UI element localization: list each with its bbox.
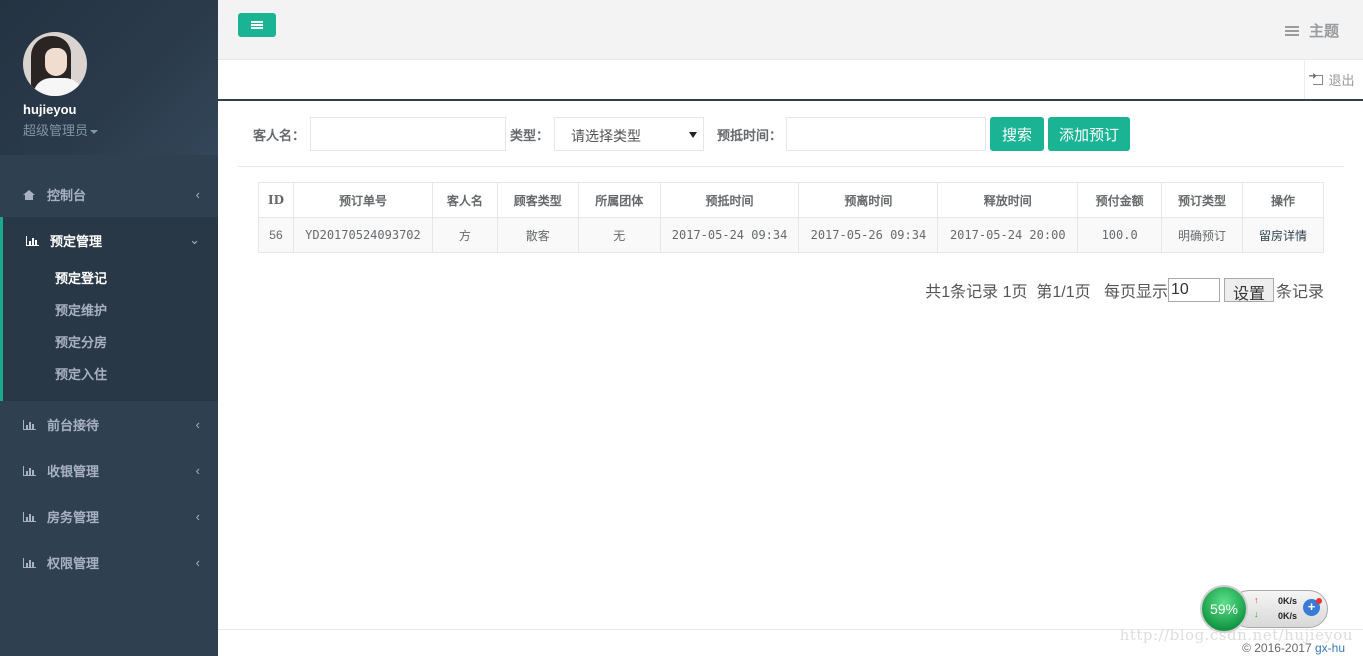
cell-release: 2017-05-24 20:00 <box>937 217 1079 253</box>
avatar[interactable] <box>23 32 87 96</box>
nav-housekeeping[interactable]: 房务管理 ‹ <box>0 493 218 539</box>
cell-guest: 方 <box>431 217 498 253</box>
cell-order-no: YD20170524093702 <box>292 217 433 253</box>
nav-booking-label: 预定管理 <box>50 233 103 249</box>
profile-panel: hujieyou 超级管理员 <box>0 0 218 155</box>
nav-cashier[interactable]: 收银管理 ‹ <box>0 447 218 493</box>
nav-dashboard[interactable]: 控制台 ‹ <box>0 171 218 217</box>
submenu-booking-maintain[interactable]: 预定维护 <box>3 295 218 327</box>
table-header-row: ID 预订单号 客人名 顾客类型 所属团体 预抵时间 预离时间 释放时间 预付金… <box>258 182 1325 218</box>
dropdown-arrow-icon <box>689 132 697 138</box>
booking-submenu: 预定登记 预定维护 预定分房 预定入住 <box>3 263 218 401</box>
upload-arrow-icon: ↑ <box>1254 595 1259 605</box>
theme-label: 主题 <box>1308 23 1339 40</box>
chevron-left-icon: ‹ <box>195 186 200 202</box>
upload-speed: 0K/s <box>1278 596 1298 606</box>
submenu-booking-checkin[interactable]: 预定入住 <box>3 359 218 391</box>
pagination-suffix: 条记录 <box>1275 284 1324 301</box>
col-action: 操作 <box>1241 182 1325 218</box>
bar-chart-icon <box>23 555 37 570</box>
type-select-value: 请选择类型 <box>571 128 641 144</box>
nav-front-desk[interactable]: 前台接待 ‹ <box>0 401 218 447</box>
arrival-time-input[interactable] <box>786 117 986 151</box>
col-release: 释放时间 <box>937 182 1079 218</box>
user-role-dropdown[interactable]: 超级管理员 <box>23 120 218 139</box>
page-size-input[interactable] <box>1167 278 1220 302</box>
submenu-booking-register[interactable]: 预定登记 <box>3 263 218 295</box>
hamburger-icon <box>251 21 263 29</box>
col-id: ID <box>258 182 294 218</box>
top-bar: 主题 <box>218 0 1363 60</box>
nav-permissions-label: 权限管理 <box>47 555 100 571</box>
cpu-percent-badge: 59% <box>1200 585 1248 633</box>
col-departure: 预离时间 <box>798 182 939 218</box>
arrival-time-label: 预抵时间： <box>717 128 783 143</box>
user-name: hujieyou <box>23 102 77 117</box>
pagination: 共1条记录 1页 第1/1页 每页显示 设置 条记录 <box>925 278 1324 303</box>
main-content: 客人名： 类型： 请选择类型 预抵时间： 搜索 添加预订 ID 预订单号 客人名… <box>218 101 1363 629</box>
bar-chart-icon <box>23 417 37 432</box>
home-icon <box>23 187 37 202</box>
cell-booking-type: 明确预订 <box>1161 217 1243 253</box>
bar-chart-icon <box>26 233 40 248</box>
side-nav: 控制台 ‹ 预定管理 ⌄ 预定登记 预定维护 预定分房 预定入住 前台接待 ‹ … <box>0 171 218 585</box>
nav-cashier-label: 收银管理 <box>47 463 100 479</box>
type-label: 类型： <box>510 128 550 143</box>
guest-name-input[interactable] <box>310 117 506 151</box>
chevron-left-icon: ‹ <box>195 416 200 432</box>
col-order-no: 预订单号 <box>292 182 433 218</box>
nav-booking[interactable]: 预定管理 ⌄ <box>3 217 218 263</box>
chevron-left-icon: ‹ <box>195 508 200 524</box>
notification-dot-icon <box>1316 598 1322 604</box>
col-guest: 客人名 <box>431 182 498 218</box>
bar-chart-icon <box>23 463 37 478</box>
tab-bar: 退出 <box>218 60 1363 101</box>
chevron-left-icon: ‹ <box>195 554 200 570</box>
cell-prepay: 100.0 <box>1077 217 1163 253</box>
chevron-down-icon: ⌄ <box>189 232 200 247</box>
room-detail-link[interactable]: 留房详情 <box>1241 217 1325 253</box>
cell-arrival: 2017-05-24 09:34 <box>659 217 800 253</box>
search-button[interactable]: 搜索 <box>990 117 1044 151</box>
chevron-left-icon: ‹ <box>195 462 200 478</box>
col-booking-type: 预订类型 <box>1161 182 1243 218</box>
cell-departure: 2017-05-26 09:34 <box>798 217 939 253</box>
download-arrow-icon: ↓ <box>1254 609 1259 619</box>
logout-label: 退出 <box>1328 73 1355 88</box>
speed-widget[interactable]: 59% ↑ ↓ 0K/s 0K/s + <box>1200 585 1328 633</box>
pagination-summary: 共1条记录 1页 第1/1页 每页显示 <box>925 284 1168 301</box>
nav-dashboard-label: 控制台 <box>47 187 87 203</box>
page-size-set-button[interactable]: 设置 <box>1223 278 1274 303</box>
cell-id: 56 <box>258 217 294 253</box>
logout-button[interactable]: 退出 <box>1304 60 1363 99</box>
bar-chart-icon <box>23 509 37 524</box>
add-booking-button[interactable]: 添加预订 <box>1048 117 1130 151</box>
cell-group: 无 <box>577 217 661 253</box>
col-prepay: 预付金额 <box>1077 182 1163 218</box>
type-select[interactable]: 请选择类型 <box>554 117 704 151</box>
search-form: 客人名： 类型： 请选择类型 预抵时间： 搜索 添加预订 <box>238 117 1344 167</box>
sidebar: hujieyou 超级管理员 控制台 ‹ 预定管理 ⌄ 预定登记 预定维护 预定… <box>0 0 218 656</box>
list-icon <box>1284 25 1299 36</box>
submenu-booking-assign-room[interactable]: 预定分房 <box>3 327 218 359</box>
user-role: 超级管理员 <box>23 123 89 138</box>
nav-housekeeping-label: 房务管理 <box>47 509 100 525</box>
col-customer-type: 顾客类型 <box>496 182 579 218</box>
nav-permissions[interactable]: 权限管理 ‹ <box>0 539 218 585</box>
download-speed: 0K/s <box>1278 611 1298 621</box>
guest-name-label: 客人名： <box>253 128 306 143</box>
booking-table: ID 预订单号 客人名 顾客类型 所属团体 预抵时间 预离时间 释放时间 预付金… <box>258 182 1325 253</box>
menu-toggle-button[interactable] <box>238 13 276 37</box>
cell-customer-type: 散客 <box>496 217 579 253</box>
nav-booking-group: 预定管理 ⌄ 预定登记 预定维护 预定分房 预定入住 <box>0 217 218 401</box>
theme-button[interactable]: 主题 <box>1284 20 1339 41</box>
caret-down-icon <box>90 129 99 134</box>
table-row: 56 YD20170524093702 方 散客 无 2017-05-24 09… <box>258 217 1325 253</box>
col-group: 所属团体 <box>577 182 661 218</box>
sign-out-icon <box>1308 71 1324 85</box>
nav-front-desk-label: 前台接待 <box>47 417 100 433</box>
col-arrival: 预抵时间 <box>659 182 800 218</box>
